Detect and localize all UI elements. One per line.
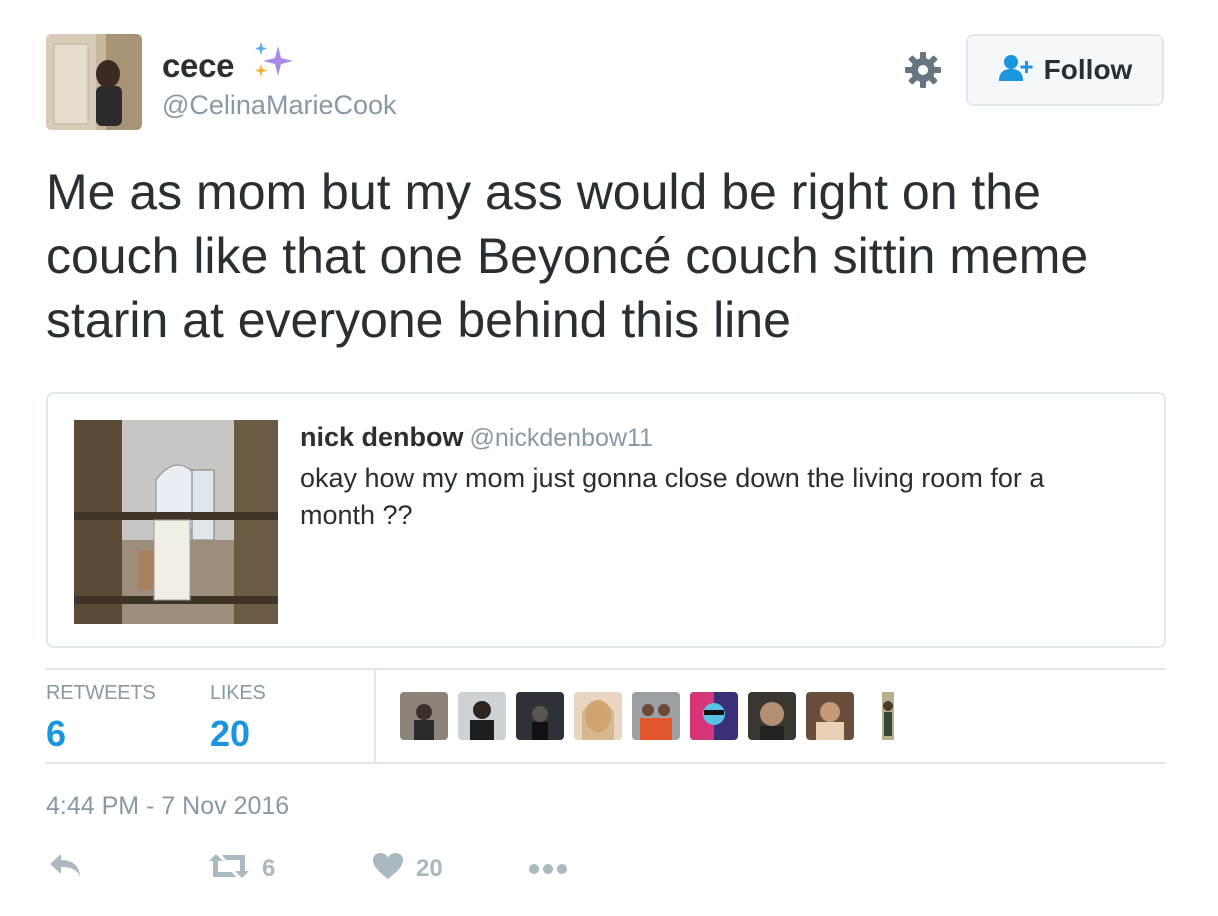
retweet-count: 6 [262, 854, 276, 882]
tweet-text: Me as mom but my ass would be right on t… [46, 164, 1089, 348]
liker-avatars [400, 692, 922, 740]
author-handle[interactable]: @CelinaMarieCook [162, 90, 397, 121]
likes-label: LIKES [210, 682, 266, 704]
retweets-stat[interactable]: RETWEETS 6 [46, 682, 156, 755]
quoted-tweet-author-handle[interactable]: @nickdenbow11 [470, 424, 653, 452]
heart-icon [372, 852, 404, 885]
quoted-tweet[interactable]: nick denbow @nickdenbow11 okay how my mom… [46, 392, 1166, 648]
gear-icon[interactable] [903, 50, 943, 90]
liker-avatar[interactable] [632, 692, 680, 740]
liker-avatar[interactable] [458, 692, 506, 740]
divider [374, 670, 376, 764]
quoted-tweet-image[interactable] [74, 420, 278, 624]
more-icon [528, 862, 568, 880]
tweet-timestamp[interactable]: 4:44 PM - 7 Nov 2016 [46, 792, 289, 821]
reply-button[interactable] [48, 852, 82, 883]
retweets-label: RETWEETS [46, 682, 156, 704]
like-button[interactable]: 20 [372, 852, 443, 885]
liker-avatar[interactable] [574, 692, 622, 740]
retweet-icon [208, 852, 250, 885]
liker-avatar[interactable] [400, 692, 448, 740]
retweets-count: 6 [46, 713, 67, 754]
likes-count: 20 [210, 713, 251, 754]
divider [46, 762, 1166, 764]
liker-avatar[interactable] [690, 692, 738, 740]
author-display-name[interactable]: cece [162, 47, 235, 85]
author-avatar[interactable] [46, 34, 142, 130]
likes-stat[interactable]: LIKES 20 [210, 682, 266, 755]
follow-button[interactable]: Follow [966, 34, 1164, 106]
follow-button-label: Follow [1043, 54, 1133, 85]
author-avatar-image [46, 34, 142, 130]
sparkles-emoji-icon [251, 40, 295, 84]
quoted-tweet-text: okay how my mom just gonna close down th… [300, 463, 1045, 530]
quoted-tweet-author-name[interactable]: nick denbow [300, 422, 464, 452]
liker-avatar[interactable] [806, 692, 854, 740]
divider [46, 668, 1166, 670]
retweet-button[interactable]: 6 [208, 852, 275, 885]
like-count: 20 [416, 854, 443, 882]
follow-user-icon [998, 54, 1034, 87]
liker-avatar[interactable] [748, 692, 796, 740]
liker-avatar[interactable] [516, 692, 564, 740]
liker-avatar[interactable] [864, 692, 912, 740]
more-button[interactable] [528, 862, 568, 880]
reply-icon [48, 852, 82, 883]
